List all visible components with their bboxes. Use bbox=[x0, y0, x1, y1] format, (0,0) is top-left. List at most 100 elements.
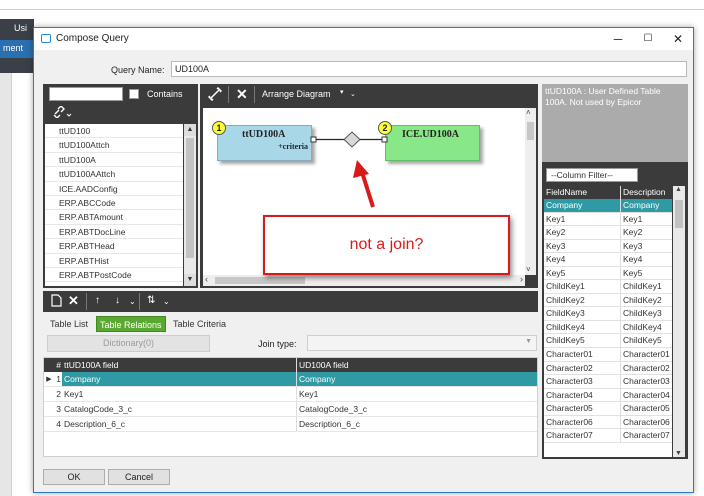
field-description-cell: ChildKey3 bbox=[623, 308, 662, 319]
cancel-button[interactable]: Cancel bbox=[108, 469, 170, 485]
table-row[interactable]: ChildKey5 ChildKey5 bbox=[544, 334, 672, 349]
list-item[interactable]: ERP.ABTPostCode bbox=[45, 268, 183, 283]
table-row[interactable]: ChildKey4 ChildKey4 bbox=[544, 320, 672, 335]
move-down-icon[interactable]: ↓ bbox=[115, 295, 120, 306]
scroll-down-icon[interactable]: ˅ bbox=[526, 265, 531, 274]
ok-button[interactable]: OK bbox=[43, 469, 105, 485]
ttud100a-field-cell: Key1 bbox=[62, 387, 297, 401]
move-up-icon[interactable]: ↑ bbox=[95, 295, 100, 306]
new-relation-icon[interactable] bbox=[51, 294, 62, 310]
scroll-down-icon[interactable]: ▼ bbox=[675, 450, 682, 457]
arrange-diagram-button[interactable]: Arrange Diagram bbox=[262, 89, 331, 99]
toolbar-separator bbox=[254, 86, 255, 103]
table-row[interactable]: Character05 Character05 bbox=[544, 402, 672, 416]
table-row[interactable]: ChildKey2 ChildKey2 bbox=[544, 293, 672, 308]
header-ttud100a-field[interactable]: ttUD100A field bbox=[62, 358, 297, 372]
list-item[interactable]: ERP.ABTAmount bbox=[45, 210, 183, 225]
field-description-cell: Key2 bbox=[623, 227, 643, 238]
list-item[interactable]: ttUD100A bbox=[45, 153, 183, 168]
tab-table-relations[interactable]: Table Relations bbox=[96, 316, 166, 332]
diagram-horizontal-scrollbar[interactable]: ‹ › bbox=[203, 274, 525, 286]
table-row[interactable]: Character06 Character06 bbox=[544, 415, 672, 430]
list-item[interactable]: ttUD100 bbox=[45, 124, 183, 139]
table-row[interactable]: Key1 Key1 bbox=[544, 212, 672, 227]
relations-grid-header: # ttUD100A field UD100A field bbox=[44, 358, 537, 372]
tab-table-list[interactable]: Table List bbox=[47, 316, 91, 332]
list-item[interactable]: ICE.AADConfig bbox=[45, 182, 183, 196]
table-row[interactable]: 2 Key1 Key1 bbox=[44, 387, 537, 402]
delete-relation-icon[interactable]: ✕ bbox=[68, 293, 79, 309]
scroll-thumb[interactable] bbox=[675, 200, 683, 228]
link-icon[interactable] bbox=[207, 86, 223, 104]
relations-panel: ✕ ↑ ↓ ⌄ ⇅ ⌄ Table List Table Relations T… bbox=[43, 291, 538, 459]
background-divider bbox=[0, 9, 704, 10]
link-tool-icon[interactable] bbox=[53, 105, 73, 121]
row-indicator-icon bbox=[44, 387, 54, 401]
minimize-button[interactable]: ─ bbox=[603, 30, 633, 48]
field-description-cell: ChildKey5 bbox=[623, 335, 662, 346]
table-row[interactable]: ▶ 1 Company Company bbox=[44, 372, 537, 387]
toolbar-overflow-icon[interactable]: ⌄ bbox=[163, 297, 170, 306]
table-row[interactable]: 4 Description_6_c Description_6_c bbox=[44, 417, 537, 432]
scroll-up-icon[interactable]: ▲ bbox=[184, 124, 196, 136]
ttud100a-field-cell: Company bbox=[62, 372, 297, 386]
column-grid-scrollbar[interactable]: ▲ ▼ bbox=[673, 186, 685, 457]
tab-table-criteria[interactable]: Table Criteria bbox=[170, 316, 229, 332]
query-name-label: Query Name: bbox=[111, 65, 165, 75]
table-row[interactable]: Character04 Character04 bbox=[544, 388, 672, 403]
sort-icon[interactable]: ⇅ bbox=[147, 295, 155, 306]
table-row[interactable]: Key5 Key5 bbox=[544, 266, 672, 281]
list-item[interactable]: ERP.ABCCode bbox=[45, 196, 183, 211]
list-item[interactable]: ERP.ABTHist bbox=[45, 254, 183, 268]
field-name-cell: Character06 bbox=[544, 415, 621, 429]
app-icon bbox=[41, 34, 51, 43]
contains-checkbox[interactable] bbox=[129, 89, 139, 99]
table-search-input[interactable] bbox=[49, 87, 123, 101]
toolbar-separator bbox=[139, 293, 140, 310]
ud100a-field-cell: Key1 bbox=[299, 389, 319, 399]
table-row[interactable]: Key2 Key2 bbox=[544, 226, 672, 240]
table-row[interactable]: Character01 Character01 bbox=[544, 348, 672, 362]
table-description: ttUD100A : User Defined Table 100A. Not … bbox=[542, 84, 688, 162]
join-type-select[interactable]: ▼ bbox=[307, 335, 537, 351]
diagram-vertical-scrollbar[interactable]: ˄ ˅ bbox=[525, 108, 536, 275]
scroll-left-icon[interactable]: ‹ bbox=[205, 274, 208, 284]
arrange-dropdown-icon[interactable]: ▾ bbox=[340, 88, 344, 96]
table-row[interactable]: ChildKey1 ChildKey1 bbox=[544, 280, 672, 294]
field-name-cell: Key4 bbox=[544, 253, 621, 266]
field-description-cell: Key4 bbox=[623, 254, 643, 265]
field-description-cell: Key5 bbox=[623, 267, 643, 278]
list-item[interactable]: ttUD100Attch bbox=[45, 138, 183, 153]
table-row[interactable]: Key3 Key3 bbox=[544, 239, 672, 254]
table-row[interactable]: Key4 Key4 bbox=[544, 253, 672, 267]
list-item[interactable]: ERP.ABTDocLine bbox=[45, 225, 183, 240]
query-name-input[interactable]: UD100A bbox=[171, 61, 687, 77]
scroll-up-icon[interactable]: ˄ bbox=[526, 108, 531, 117]
scroll-thumb[interactable] bbox=[215, 277, 305, 284]
list-item[interactable]: ERP.ABTHead bbox=[45, 239, 183, 254]
close-button[interactable]: ✕ bbox=[663, 30, 693, 48]
table-row[interactable]: 3 CatalogCode_3_c CatalogCode_3_c bbox=[44, 402, 537, 417]
table-row[interactable]: Character02 Character02 bbox=[544, 361, 672, 376]
header-description[interactable]: Description bbox=[621, 186, 672, 199]
toolbar-overflow-icon[interactable]: ⌄ bbox=[129, 297, 136, 306]
scroll-up-icon[interactable]: ▲ bbox=[675, 186, 682, 193]
delete-icon[interactable]: ✕ bbox=[236, 86, 248, 103]
list-item[interactable]: ttUD100AAttch bbox=[45, 167, 183, 182]
table-row[interactable]: ChildKey3 ChildKey3 bbox=[544, 307, 672, 321]
scroll-thumb[interactable] bbox=[186, 138, 194, 258]
background-side-fragment: ment bbox=[3, 43, 24, 53]
column-filter-input[interactable]: --Column Filter-- bbox=[546, 168, 638, 182]
table-list-scrollbar[interactable]: ▲ ▼ bbox=[184, 124, 196, 286]
header-fieldname[interactable]: FieldName bbox=[544, 186, 621, 199]
scroll-down-icon[interactable]: ▼ bbox=[184, 274, 196, 286]
scroll-right-icon[interactable]: › bbox=[520, 274, 523, 284]
dictionary-button[interactable]: Dictionary(0) bbox=[47, 335, 210, 352]
toolbar-overflow-icon[interactable]: ⌄ bbox=[350, 90, 356, 98]
header-ud100a-field[interactable]: UD100A field bbox=[297, 358, 537, 372]
maximize-button[interactable]: ☐ bbox=[633, 30, 663, 48]
table-row[interactable]: Character03 Character03 bbox=[544, 375, 672, 389]
scroll-thumb[interactable] bbox=[527, 122, 534, 140]
table-row[interactable]: Character07 Character07 bbox=[544, 429, 672, 443]
table-row[interactable]: Company Company bbox=[544, 199, 672, 213]
